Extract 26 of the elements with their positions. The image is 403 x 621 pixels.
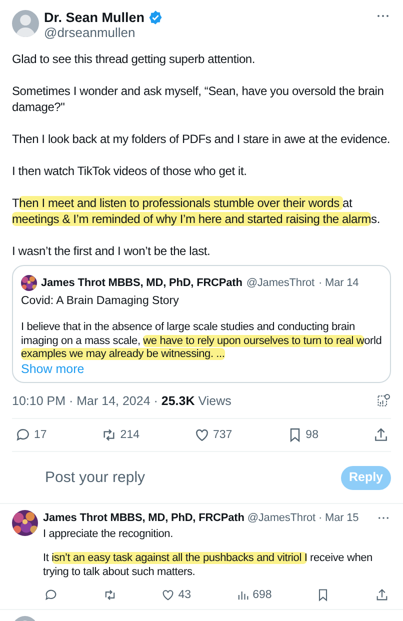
action-count: 43 [178,588,191,603]
tweet-text: I then watch TikTok videos of those who get it. [12,163,248,179]
tweet-text: Then I look back at my folders of PDFs and I stare in awe at the evidence. [12,131,391,147]
action-count: 17 [34,428,47,443]
show-more-link[interactable]: Show more [21,362,382,376]
tweet-text: I believe that in the absence of large scale studies and conducting brain imaging on a mass scale, we have to rely upon ourselves to turn to real world examples we may already be witnessing. ... [21,321,382,362]
tweet-text: Sometimes I wonder and ask myself, “Sean, have you oversold the brain damage?" [12,83,385,115]
tweet-text: I wasn’t the first and I won’t be the last. [12,243,212,259]
action-count: 737 [212,428,232,443]
tweet-text: Glad to see this thread getting superb attention. [12,51,256,67]
tweet-text: I appreciate the recognition. [43,527,174,542]
post-timestamp: 10:10 PM · Mar 14, 2024 · 25.3K Views [12,392,232,410]
tweet-text: It isn’t an easy task against all the pushbacks and vitriol I receive when trying to talk about such matters. [43,551,374,580]
author-name: Dr. Sean Mullen [44,10,145,25]
author-handle: @JamesThrot [247,511,316,526]
author-handle: @drseanmullen [44,25,136,40]
action-count: 214 [120,428,140,443]
action-count: 98 [306,428,318,443]
post-date: · Mar 14 [318,276,359,291]
post-date: · Mar 15 [318,511,359,526]
author-handle: @JamesThrot [246,276,314,291]
action-count: 698 [252,588,272,603]
author-name: James Throt MBBS, MD, PhD, FRCPath [41,276,242,291]
author-name: James Throt MBBS, MD, PhD, FRCPath [43,511,244,526]
tweet-text: Then I meet and listen to professionals stumble over their words at meetings & I’m reminded of why I’m here and started raising the alarms. [12,195,381,227]
quote-title: Covid: A Brain Damaging Story [21,294,180,308]
